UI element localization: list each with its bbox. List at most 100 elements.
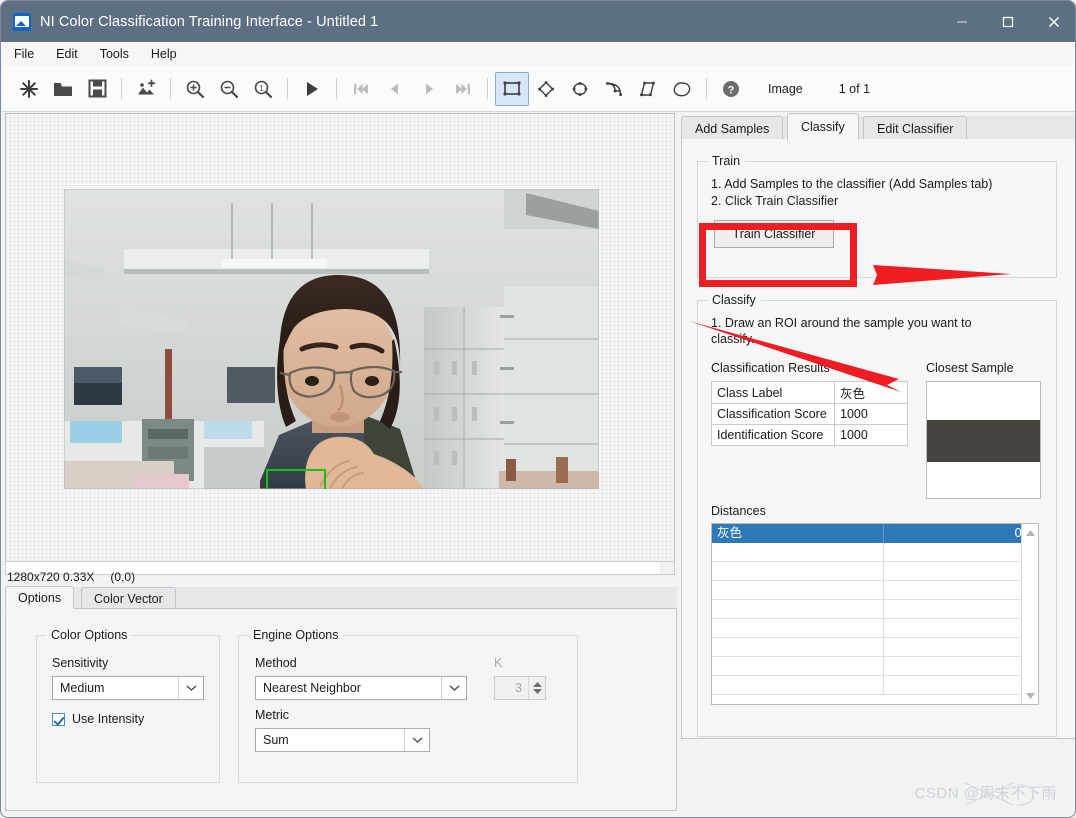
maximize-icon[interactable] — [985, 1, 1031, 42]
distance-class-name — [712, 561, 884, 581]
next-image-icon[interactable] — [412, 72, 446, 106]
method-value: Nearest Neighbor — [263, 681, 361, 695]
webcam-photo — [64, 189, 599, 489]
result-key: Identification Score — [711, 424, 835, 446]
chevron-down-icon — [178, 677, 203, 699]
distance-value — [884, 581, 1038, 600]
distance-class-name — [712, 656, 884, 676]
distance-class-name — [712, 542, 884, 562]
right-tab-bar: Add Samples Classify Edit Classifier — [681, 113, 1075, 141]
metric-select[interactable]: Sum — [255, 728, 430, 752]
closest-sample-swatch-box — [926, 381, 1041, 499]
stepper-arrows-icon[interactable] — [528, 677, 545, 699]
method-select[interactable]: Nearest Neighbor — [255, 676, 467, 700]
distance-class-name — [712, 618, 884, 638]
metric-value: Sum — [263, 733, 289, 747]
close-icon[interactable] — [1031, 1, 1075, 42]
sensitivity-select[interactable]: Medium — [52, 676, 204, 700]
distances-scrollbar[interactable] — [1021, 524, 1038, 704]
list-item[interactable] — [712, 580, 1038, 600]
classify-step-1-cont: classify. — [711, 332, 755, 346]
tab-color-vector[interactable]: Color Vector — [81, 587, 176, 609]
list-item[interactable] — [712, 618, 1038, 638]
k-label: K — [494, 656, 503, 670]
train-step-2: 2. Click Train Classifier — [711, 194, 839, 208]
image-canvas[interactable] — [5, 113, 675, 567]
bottom-tab-bar: Options Color Vector — [5, 586, 677, 609]
classify-group-title: Classify — [707, 293, 761, 307]
menu-file[interactable]: File — [4, 44, 44, 64]
chevron-down-icon — [404, 729, 429, 751]
roi-rectangle[interactable] — [266, 469, 326, 489]
chevron-down-icon — [441, 677, 466, 699]
scroll-down-arrow-icon[interactable] — [1022, 687, 1038, 704]
tab-options[interactable]: Options — [5, 586, 75, 609]
rectangle-roi-icon[interactable] — [495, 71, 529, 106]
new-icon[interactable] — [12, 72, 46, 106]
distance-value: 0.0 — [884, 524, 1038, 543]
options-panel: Color Options Sensitivity Medium Use Int… — [5, 608, 677, 811]
tab-add-samples[interactable]: Add Samples — [681, 116, 784, 140]
engine-options-group: Engine Options Method Nearest Neighbor K… — [238, 628, 578, 783]
distance-class-name — [712, 637, 884, 657]
toolbar-separator — [170, 77, 171, 100]
distances-list[interactable]: 灰色 0.0 — [711, 523, 1039, 705]
save-icon[interactable] — [80, 72, 114, 106]
use-intensity-checkbox[interactable]: Use Intensity — [52, 712, 144, 726]
list-item[interactable] — [712, 561, 1038, 581]
engine-options-title: Engine Options — [248, 628, 344, 642]
distance-value — [884, 600, 1038, 619]
train-group-title: Train — [707, 154, 746, 168]
zoom-in-icon[interactable] — [178, 72, 212, 106]
k-stepper[interactable]: 3 — [494, 676, 546, 700]
image-status-bar: 1280x720 0.33X (0,0) — [7, 568, 675, 586]
help-icon[interactable]: ? — [714, 72, 748, 106]
window-title: NI Color Classification Training Interfa… — [40, 13, 379, 30]
distance-value — [884, 676, 1038, 695]
scroll-up-arrow-icon[interactable] — [1022, 524, 1038, 541]
toolbar-separator — [287, 77, 288, 100]
zoom-actual-icon[interactable]: 1 — [246, 72, 280, 106]
oval-roi-icon[interactable] — [563, 72, 597, 106]
zoom-out-icon[interactable] — [212, 72, 246, 106]
open-folder-icon[interactable] — [46, 72, 80, 106]
result-value: 1000 — [834, 403, 908, 425]
sensitivity-value: Medium — [60, 681, 105, 695]
rotated-rect-roi-icon[interactable] — [529, 72, 563, 106]
menu-help[interactable]: Help — [141, 44, 187, 64]
list-item[interactable] — [712, 599, 1038, 619]
train-classifier-button[interactable]: Train Classifier — [714, 220, 834, 248]
tab-classify[interactable]: Classify — [787, 113, 859, 141]
freehand-roi-icon[interactable] — [665, 72, 699, 106]
tab-edit-classifier[interactable]: Edit Classifier — [863, 116, 968, 140]
last-image-icon[interactable] — [446, 72, 480, 106]
train-step-1: 1. Add Samples to the classifier (Add Sa… — [711, 177, 993, 191]
first-image-icon[interactable] — [344, 72, 378, 106]
k-value: 3 — [515, 681, 522, 695]
toolbar-separator — [706, 77, 707, 100]
menu-tools[interactable]: Tools — [90, 44, 139, 64]
list-item[interactable] — [712, 675, 1038, 695]
result-key: Classification Score — [711, 403, 835, 425]
list-item[interactable] — [712, 637, 1038, 657]
list-item[interactable] — [712, 656, 1038, 676]
distance-value — [884, 562, 1038, 581]
distance-value — [884, 657, 1038, 676]
list-item[interactable]: 灰色 0.0 — [712, 524, 1038, 543]
use-intensity-label: Use Intensity — [72, 712, 145, 726]
menu-edit[interactable]: Edit — [46, 44, 88, 64]
list-item[interactable] — [712, 542, 1038, 562]
distances-label: Distances — [711, 504, 766, 518]
metric-label: Metric — [255, 708, 290, 722]
add-image-icon[interactable] — [129, 72, 163, 106]
previous-image-icon[interactable] — [378, 72, 412, 106]
minimize-icon[interactable] — [939, 1, 985, 42]
table-row: Classification Score 1000 — [711, 403, 908, 425]
color-options-title: Color Options — [46, 628, 133, 642]
table-row: Identification Score 1000 — [711, 424, 908, 446]
polygon-roi-icon[interactable] — [631, 72, 665, 106]
play-icon[interactable] — [295, 72, 329, 106]
toolbar: 1 ? Image 1 of 1 — [2, 66, 1075, 112]
annulus-roi-icon[interactable] — [597, 72, 631, 106]
classification-results-label: Classification Results — [711, 361, 830, 375]
